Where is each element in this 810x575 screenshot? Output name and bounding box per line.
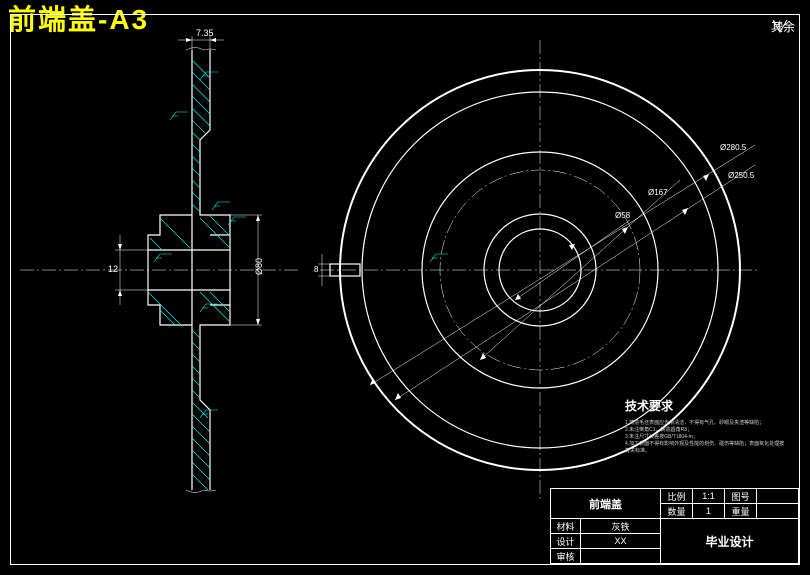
tb-check-val xyxy=(581,549,661,564)
svg-text:12: 12 xyxy=(108,264,118,274)
tb-qty-lbl: 数量 xyxy=(661,504,693,519)
tb-scale-val: 1:1 xyxy=(693,489,725,504)
tb-scale-lbl: 比例 xyxy=(661,489,693,504)
tb-design-val: XX xyxy=(581,534,661,549)
technical-requirements: 技术要求 1.铸造毛坯表面应光滑清洁，不得有气孔、砂眼及夹渣等缺陷； 2.未注倒… xyxy=(625,397,785,455)
svg-text:7.35: 7.35 xyxy=(196,28,214,38)
tb-design-lbl: 设计 xyxy=(551,534,581,549)
section-hatch xyxy=(148,60,230,490)
section-view: 7.35 12 Ø80 xyxy=(20,28,300,493)
tb-qty-val: 1 xyxy=(693,504,725,519)
tb-project: 毕业设计 xyxy=(661,519,799,564)
tb-part-name: 前端盖 xyxy=(551,489,661,519)
tb-mass-lbl: 重量 xyxy=(725,504,757,519)
tb-check-lbl: 审核 xyxy=(551,549,581,564)
dim-d250: Ø250.5 xyxy=(395,165,755,400)
tech-req-body: 1.铸造毛坯表面应光滑清洁，不得有气孔、砂眼及夹渣等缺陷； 2.未注倒角C1，铸… xyxy=(625,420,785,455)
dim-d280: Ø280.5 xyxy=(370,143,755,385)
dim-thickness-735: 7.35 xyxy=(178,28,224,50)
svg-text:Ø167: Ø167 xyxy=(648,188,668,197)
tech-req-header: 技术要求 xyxy=(625,397,785,414)
svg-text:Ø250.5: Ø250.5 xyxy=(728,171,755,180)
svg-text:8: 8 xyxy=(314,265,319,274)
tb-sheet-lbl: 图号 xyxy=(725,489,757,504)
tb-mass-val xyxy=(757,504,799,519)
svg-text:Ø80: Ø80 xyxy=(254,258,264,275)
tb-material-val: 灰铁 xyxy=(581,519,661,534)
tb-material-lbl: 材料 xyxy=(551,519,581,534)
svg-text:Ø280.5: Ø280.5 xyxy=(720,143,747,152)
title-block: 前端盖 比例 1:1 图号 数量 1 重量 材料 灰铁 毕业设计 设计 XX 审… xyxy=(550,488,799,564)
svg-text:Ø58: Ø58 xyxy=(615,211,631,220)
roughness-mark-front xyxy=(430,254,448,262)
tb-sheet-val xyxy=(757,489,799,504)
